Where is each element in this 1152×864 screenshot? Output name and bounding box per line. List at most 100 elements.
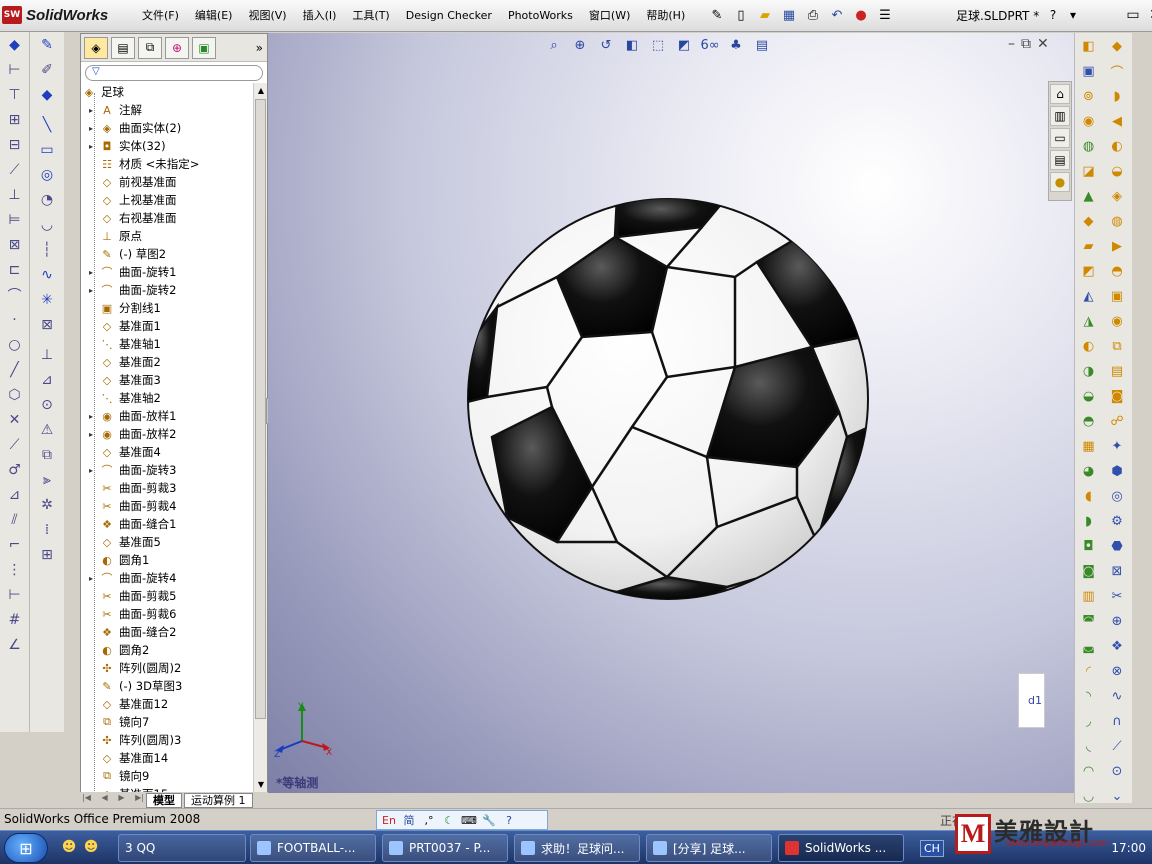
hide-show-items-icon[interactable]: 6∞ <box>700 35 720 55</box>
tree-item[interactable]: ▣ 分割线1 <box>81 299 253 317</box>
expand-arrow-icon[interactable]: ▸ <box>89 124 97 133</box>
extruded-cut-icon[interactable]: ◒ <box>1106 160 1128 182</box>
apply-scene-icon[interactable]: ▤ <box>752 35 772 55</box>
tree-filter-input[interactable]: ▽ <box>85 65 263 81</box>
untrim-surface-icon[interactable]: ◮ <box>1078 310 1100 332</box>
angle-icon[interactable]: ∠ <box>2 633 28 657</box>
tree-item[interactable]: ◇ 基准面12 <box>81 695 253 713</box>
restore-window-icon[interactable]: ▭ <box>1122 4 1144 26</box>
grid-icon[interactable]: # <box>2 608 28 632</box>
sketch-icon[interactable]: ✎ <box>34 33 60 57</box>
3d-sketch-icon[interactable]: ✐ <box>34 58 60 82</box>
tree-item[interactable]: ◇ 基准面5 <box>81 533 253 551</box>
freeform-icon[interactable]: ⟋ <box>1106 735 1128 757</box>
cut-with-surface-icon[interactable]: ◕ <box>1078 460 1100 482</box>
ime-keyboard-icon[interactable]: ⌨ <box>461 814 477 827</box>
tree-item[interactable]: ◇ 基准面2 <box>81 353 253 371</box>
mirror-icon[interactable]: ⚙ <box>1106 510 1128 532</box>
solidworks-resources-icon[interactable]: ⌂ <box>1050 84 1070 104</box>
mirror-tool-icon[interactable]: ⊿ <box>2 483 28 507</box>
next-tab-icon[interactable]: ▶ <box>118 793 124 807</box>
menu-file[interactable]: 文件(F) <box>134 6 187 26</box>
combine-icon[interactable]: ⊠ <box>1106 560 1128 582</box>
qq-taskbar-button[interactable]: 3 QQ <box>118 834 246 862</box>
feature-tree-tab-icon[interactable]: ◈ <box>84 36 108 59</box>
offset-surface-icon[interactable]: ◪ <box>1078 160 1100 182</box>
line-tool-icon[interactable]: ╱ <box>2 358 28 382</box>
boundary-boss-icon[interactable]: ◐ <box>1106 135 1128 157</box>
ruled-surface-icon[interactable]: ◖ <box>1078 485 1100 507</box>
view-orientation-icon[interactable]: ⬚ <box>648 35 668 55</box>
tree-item[interactable]: ▸ A 注解 <box>81 101 253 119</box>
menu-design-checker[interactable]: Design Checker <box>398 6 500 26</box>
tree-item[interactable]: ▸ ⌒ 曲面-旋转1 <box>81 263 253 281</box>
mate-reference-icon[interactable]: ◡ <box>1078 785 1100 807</box>
viewport-restore-icon[interactable]: ⧉ <box>1021 36 1031 52</box>
coordinate-system-icon[interactable]: ◟ <box>1078 735 1100 757</box>
point-icon[interactable]: · <box>2 308 28 332</box>
extend-tool-icon[interactable]: ⟋ <box>2 433 28 457</box>
zoom-to-fit-icon[interactable]: ⌕ <box>544 35 564 55</box>
tree-item[interactable]: ▸ ◉ 曲面-放样2 <box>81 425 253 443</box>
tangent-arc-icon[interactable]: ◡ <box>34 213 60 237</box>
point-sketch-icon[interactable]: ✳ <box>34 288 60 312</box>
menu-edit[interactable]: 编辑(E) <box>187 6 241 26</box>
menu-window[interactable]: 窗口(W) <box>581 6 638 26</box>
tree-item[interactable]: ◇ 基准面3 <box>81 371 253 389</box>
scale-icon[interactable]: ⬣ <box>1106 535 1128 557</box>
expand-arrow-icon[interactable]: ▸ <box>89 286 97 295</box>
expand-arrow-icon[interactable]: ▸ <box>89 142 97 151</box>
tree-item[interactable]: ◇ 前视基准面 <box>81 173 253 191</box>
projected-curve-icon[interactable]: ◙ <box>1078 560 1100 582</box>
tangent-icon[interactable]: ⌒ <box>2 283 28 307</box>
appearances-icon[interactable]: ● <box>1050 172 1070 192</box>
smart-dimension-2-icon[interactable]: ◆ <box>34 83 60 107</box>
print-icon[interactable]: ⎙ <box>802 4 824 26</box>
auto-dimension-icon[interactable]: ⊠ <box>2 233 28 257</box>
tree-item[interactable]: ✣ 阵列(圆周)2 <box>81 659 253 677</box>
revolved-cut-icon[interactable]: ◈ <box>1106 185 1128 207</box>
file-explorer-icon[interactable]: ▭ <box>1050 128 1070 148</box>
tree-root[interactable]: ◈ 足球 <box>81 83 253 101</box>
undo-icon[interactable]: ↶ <box>826 4 848 26</box>
move-copy-icon[interactable]: ⊙ <box>1106 760 1128 782</box>
help-dropdown-icon[interactable]: ▾ <box>1064 4 1082 26</box>
app-logo[interactable]: SW SolidWorks <box>2 5 108 25</box>
qq-penguin-icon[interactable]: ☻ <box>60 837 78 857</box>
move-face-icon[interactable]: ◓ <box>1078 410 1100 432</box>
centerpoint-arc-icon[interactable]: ◔ <box>34 188 60 212</box>
qq-penguin-2-icon[interactable]: ☻ <box>82 837 100 857</box>
sketch-chamfer-icon[interactable]: ⊿ <box>34 368 60 392</box>
linear-pattern-icon[interactable]: ⬢ <box>1106 460 1128 482</box>
ordinate-dimension-icon[interactable]: ⊟ <box>2 133 28 157</box>
add-relation-icon[interactable]: ⊥ <box>2 183 28 207</box>
radiate-surface-icon[interactable]: ▲ <box>1078 185 1100 207</box>
tree-item[interactable]: ◇ 右视基准面 <box>81 209 253 227</box>
tree-item[interactable]: ✎ (-) 3D草图3 <box>81 677 253 695</box>
ime-simplified-icon[interactable]: 简 <box>401 812 417 828</box>
swept-cut-icon[interactable]: ◍ <box>1106 210 1128 232</box>
last-tab-icon[interactable]: ▶| <box>135 793 144 807</box>
linear-pattern-icon[interactable]: ⁞ <box>34 518 60 542</box>
tree-item[interactable]: ⋱ 基准轴1 <box>81 335 253 353</box>
dotted-line-icon[interactable]: ⋮ <box>2 558 28 582</box>
lofted-surface-icon[interactable]: ◉ <box>1078 110 1100 132</box>
hole-wizard-icon[interactable]: ✦ <box>1106 435 1128 457</box>
reference-plane-icon[interactable]: ◝ <box>1078 685 1100 707</box>
options-icon[interactable]: ☰ <box>874 4 896 26</box>
menu-view[interactable]: 视图(V) <box>240 6 294 26</box>
3d-curve-icon[interactable]: ◜ <box>1078 660 1100 682</box>
task-help-forum[interactable]: 求助！足球问... <box>514 834 640 862</box>
task-solidworks[interactable]: SolidWorks ... <box>778 834 904 862</box>
centerline-icon[interactable]: ┆ <box>34 238 60 262</box>
helix-icon[interactable]: ◚ <box>1078 610 1100 632</box>
fully-define-sketch-icon[interactable]: ⊏ <box>2 258 28 282</box>
construction-geometry-icon[interactable]: ⊠ <box>34 313 60 337</box>
tree-item[interactable]: ✎ (-) 草图2 <box>81 245 253 263</box>
offset-tool-icon[interactable]: ♂ <box>2 458 28 482</box>
design-library-icon[interactable]: ▥ <box>1050 106 1070 126</box>
trim-entities-icon[interactable]: ⫸ <box>34 468 60 492</box>
graphics-viewport[interactable]: ⌕ ⊕ ↺ ◧ ⬚ ◩ 6∞ ♣ ▤ – ⧉ ✕ ⌂ ▥ ▭ ▤ ● d1 Y … <box>268 33 1074 793</box>
swept-boss-icon[interactable]: ◗ <box>1106 85 1128 107</box>
tree-item[interactable]: ▸ ⌒ 曲面-旋转3 <box>81 461 253 479</box>
